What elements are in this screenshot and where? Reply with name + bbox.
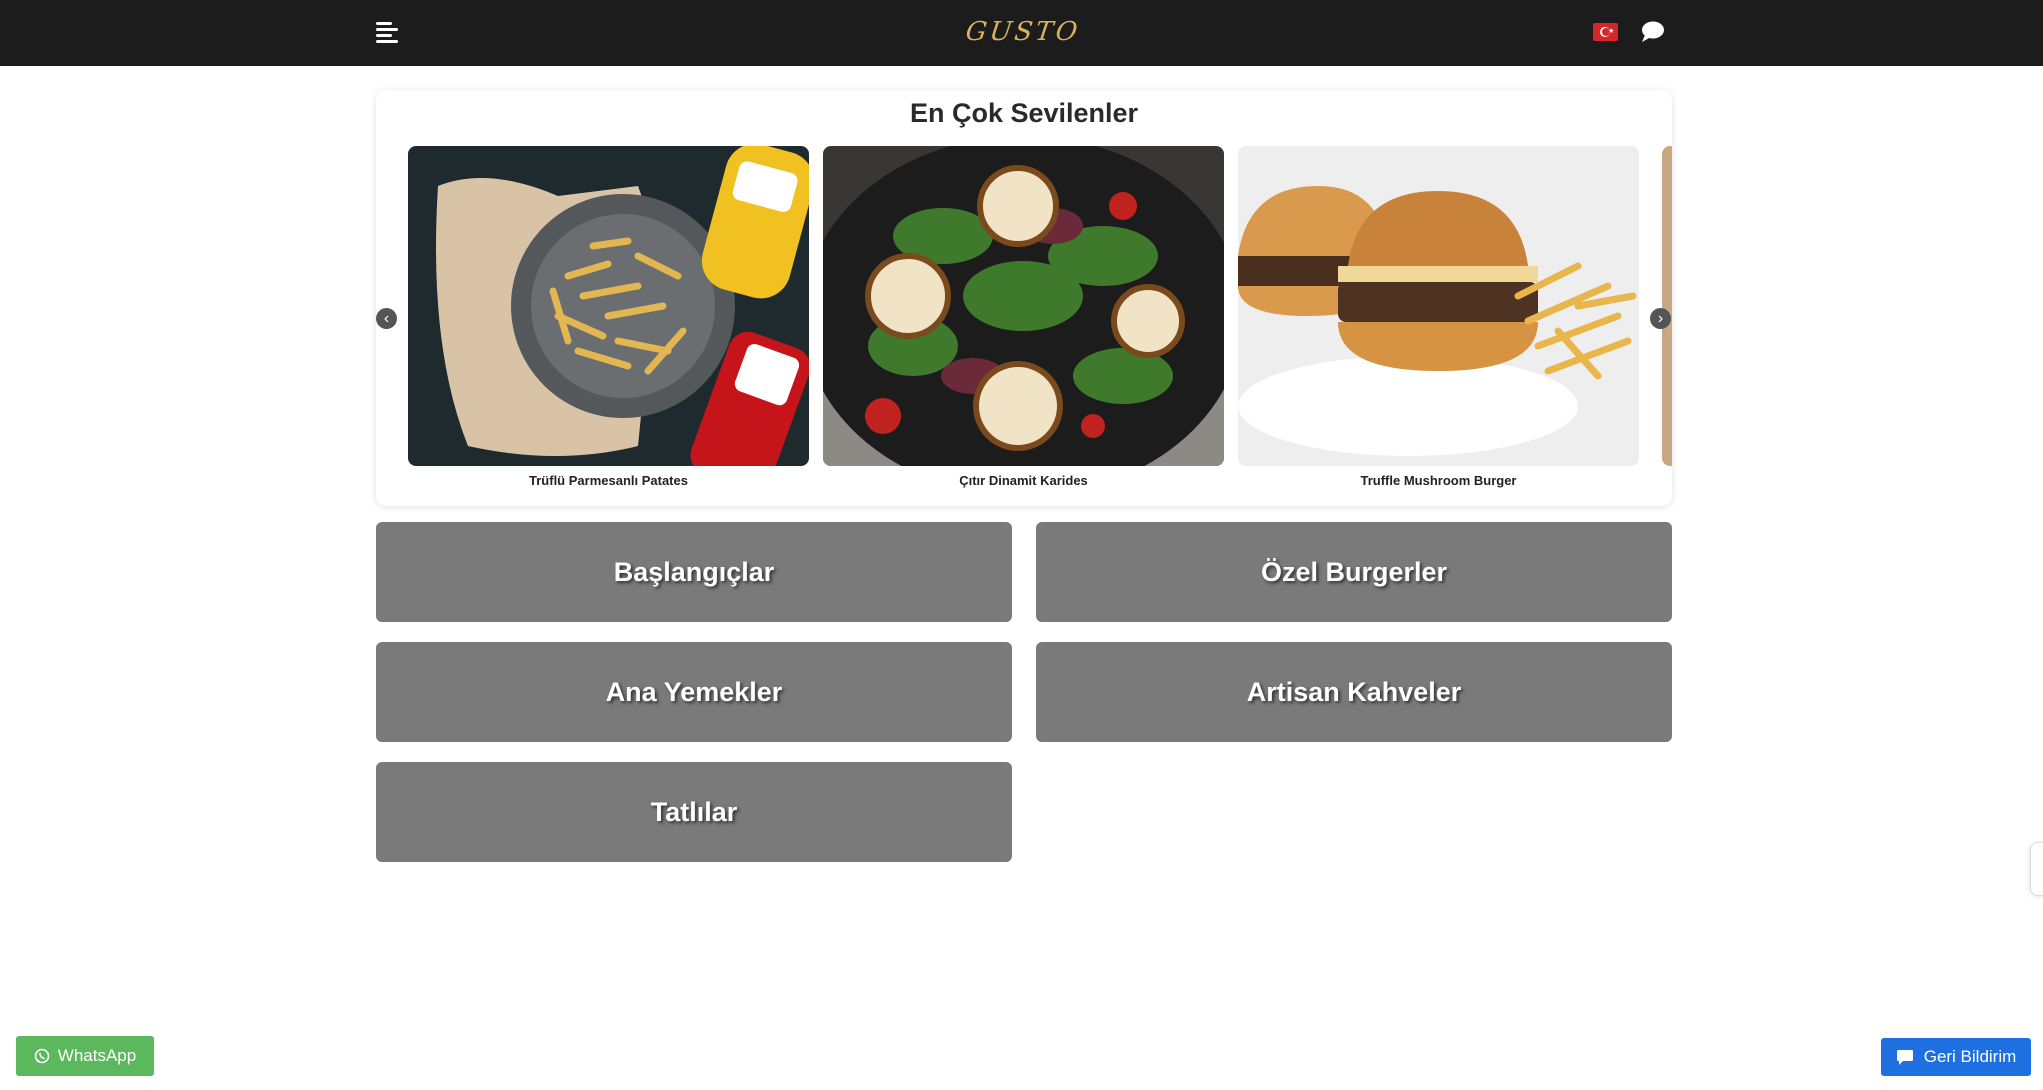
whatsapp-button[interactable]: WhatsApp <box>16 1036 154 1076</box>
top-navbar: GUSTO ★ <box>0 0 2043 66</box>
category-main-dishes[interactable]: Ana Yemekler <box>376 642 1012 742</box>
favorites-carousel: En Çok Sevilenler ‹ Trüflü Parmesanlı Pa… <box>376 90 1672 506</box>
category-starters[interactable]: Başlangıçlar <box>376 522 1012 622</box>
chevron-left-icon[interactable]: ‹ <box>376 308 397 329</box>
favorite-caption: Truffle Mushroom Burger <box>1360 473 1517 488</box>
category-desserts[interactable]: Tatlılar <box>376 762 1012 862</box>
favorite-item[interactable]: Çıtır Dinamit Karides <box>823 146 1224 488</box>
truffle-parmesan-fries-photo <box>408 146 809 466</box>
chevron-right-icon[interactable]: › <box>1650 308 1671 329</box>
crispy-dynamite-shrimp-salad-photo <box>823 146 1224 466</box>
category-special-burgers[interactable]: Özel Burgerler <box>1036 522 1672 622</box>
truffle-mushroom-burger-photo <box>1238 146 1639 466</box>
category-label: Tatlılar <box>650 796 738 827</box>
favorites-title: En Çok Sevilenler <box>909 98 1139 128</box>
favorite-caption: Çıtır Dinamit Karides <box>959 473 1088 488</box>
whatsapp-icon <box>34 1048 50 1064</box>
category-artisan-coffees[interactable]: Artisan Kahveler <box>1036 642 1672 742</box>
favorite-caption: Trüflü Parmesanlı Patates <box>529 473 688 488</box>
favorite-item[interactable]: Trüflü Parmesanlı Patates <box>408 146 809 488</box>
category-label: Ana Yemekler <box>605 676 783 707</box>
hamburger-menu-icon[interactable] <box>376 20 400 44</box>
feedback-button[interactable]: Geri Bildirim <box>1881 1038 2031 1076</box>
category-label: Özel Burgerler <box>1260 556 1448 587</box>
brand-logo[interactable]: GUSTO <box>957 12 1089 52</box>
feedback-label: Geri Bildirim <box>1923 1047 2017 1066</box>
turkey-flag-icon[interactable]: ★ <box>1593 23 1618 41</box>
side-panel-tab[interactable] <box>2030 842 2043 896</box>
favorite-item[interactable] <box>1662 146 1672 466</box>
food-photo <box>1662 146 1672 466</box>
chat-bubble-icon[interactable] <box>1640 20 1666 44</box>
category-label: Artisan Kahveler <box>1246 676 1462 707</box>
comment-icon <box>1896 1050 1913 1065</box>
category-label: Başlangıçlar <box>613 556 775 587</box>
whatsapp-label: WhatsApp <box>57 1046 137 1065</box>
favorite-item[interactable]: Truffle Mushroom Burger <box>1238 146 1639 488</box>
